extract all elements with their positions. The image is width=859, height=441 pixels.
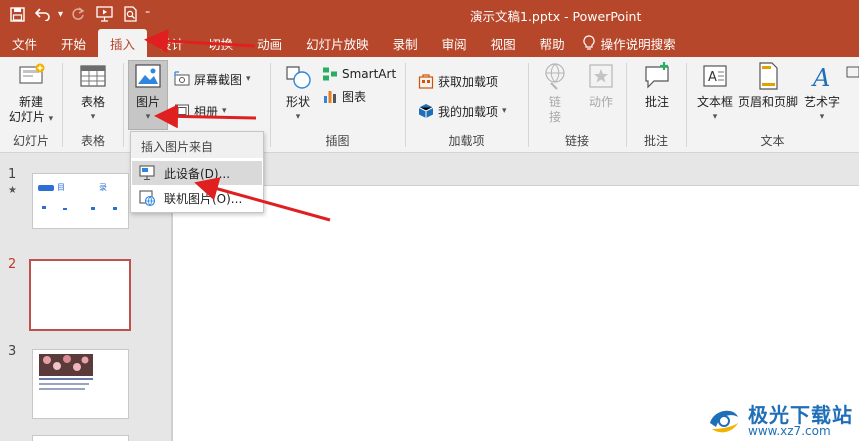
group-label-slides: 幻灯片 <box>12 134 49 148</box>
tab-file[interactable]: 文件 <box>0 29 49 57</box>
group-label-text: 文本 <box>760 134 785 148</box>
tab-slideshow[interactable]: 幻灯片放映 <box>294 29 381 57</box>
print-preview-icon[interactable] <box>119 3 141 25</box>
undo-icon[interactable] <box>32 3 54 25</box>
table-button[interactable]: 表格 ▾ <box>77 61 109 125</box>
ribbon-tabs: 文件 开始 插入 设计 切换 动画 幻灯片放映 录制 审阅 视图 帮助 操作说明… <box>0 28 859 57</box>
group-label-comments: 批注 <box>643 134 668 148</box>
online-pictures-label: 联机图片(O)... <box>164 191 243 206</box>
present-from-start-icon[interactable] <box>93 3 115 25</box>
insert-picture-menu: 插入图片来自 此设备(D)... 联机图片(O)... <box>130 131 264 213</box>
group-label-addins: 加载项 <box>448 134 485 148</box>
slide-1-preview <box>38 185 117 210</box>
slide-number: 2 <box>8 257 17 272</box>
slide-thumbnail-2[interactable] <box>29 259 131 331</box>
new-slide-line1: 新建 <box>18 95 43 109</box>
group-tables: 表格 ▾ 表格 <box>63 57 123 153</box>
lightbulb-icon <box>583 35 595 50</box>
tab-home[interactable]: 开始 <box>49 29 98 57</box>
tab-review[interactable]: 审阅 <box>430 29 479 57</box>
group-text: 文本 <box>686 57 859 153</box>
ribbon-insert: 新建 幻灯片 ▾ 幻灯片 表格 ▾ 表格 图片 ▾ 屏幕截图 ▾ 相册 ▾ 形状… <box>0 57 859 153</box>
tab-help[interactable]: 帮助 <box>528 29 577 57</box>
tab-record[interactable]: 录制 <box>381 29 430 57</box>
menu-item-online-pictures[interactable]: 联机图片(O)... <box>132 186 262 210</box>
tab-insert[interactable]: 插入 <box>98 29 148 57</box>
divider <box>123 63 124 147</box>
menu-heading: 插入图片来自 <box>131 132 263 158</box>
pictures-dropdown-icon: ▾ <box>145 112 151 122</box>
watermark-logo-icon <box>710 410 738 433</box>
slide-thumbnail-1[interactable]: 目 录 <box>32 173 129 229</box>
group-illustrations: 插图 <box>270 57 405 153</box>
group-label-tables: 表格 <box>80 134 105 148</box>
pictures-label: 图片 <box>135 95 160 109</box>
new-slide-line2: 幻灯片 ▾ <box>8 110 54 124</box>
animation-star-icon: ★ <box>8 185 17 196</box>
group-addins: 加载项 <box>405 57 528 153</box>
photo-album-icon <box>175 104 189 118</box>
screenshot-icon <box>174 71 190 86</box>
table-icon <box>80 65 106 87</box>
save-icon[interactable] <box>6 3 28 25</box>
table-dropdown-icon: ▾ <box>90 112 96 122</box>
this-device-label: 此设备(D)... <box>164 166 231 181</box>
quick-access-toolbar: ▾ ⁼ <box>6 3 150 25</box>
tell-me-search[interactable]: 操作说明搜索 <box>577 29 688 57</box>
slide-number: 1 <box>8 167 17 182</box>
new-slide-icon <box>19 63 45 84</box>
watermark-url: www.xz7.com <box>748 424 831 438</box>
document-title: 演示文稿1.pptx - PowerPoint <box>470 9 642 24</box>
slide-1-text-a: 目 <box>57 183 65 192</box>
tab-view[interactable]: 视图 <box>479 29 528 57</box>
watermark-title: 极光下载站 <box>748 403 853 427</box>
group-links: 链接 <box>528 57 626 153</box>
group-comments: 批注 <box>626 57 686 153</box>
undo-dropdown-icon[interactable]: ▾ <box>58 9 63 20</box>
screenshot-button[interactable]: 屏幕截图 ▾ <box>174 69 251 89</box>
slide-number: 3 <box>8 344 17 359</box>
photo-album-label: 相册 <box>194 104 219 119</box>
group-slides: 新建 幻灯片 ▾ 幻灯片 <box>0 57 62 153</box>
menu-item-this-device[interactable]: 此设备(D)... <box>132 161 262 185</box>
album-dropdown-icon: ▾ <box>222 106 227 116</box>
redo-icon[interactable] <box>67 3 89 25</box>
tab-design[interactable]: 设计 <box>147 29 196 57</box>
picture-icon <box>135 64 161 88</box>
table-label: 表格 <box>80 95 105 109</box>
tab-transitions[interactable]: 切换 <box>196 29 245 57</box>
new-slide-button[interactable]: 新建 幻灯片 ▾ <box>4 61 58 127</box>
computer-icon <box>139 165 155 181</box>
group-label-links: 链接 <box>564 134 589 148</box>
photo-album-button[interactable]: 相册 ▾ <box>174 101 227 121</box>
watermark: 极光下载站 www.xz7.com <box>706 405 853 437</box>
pictures-button[interactable]: 图片 ▾ <box>130 61 166 125</box>
tab-animations[interactable]: 动画 <box>245 29 294 57</box>
online-pictures-icon <box>139 190 156 207</box>
title-bar: ▾ ⁼ 演示文稿1.pptx - PowerPoint <box>0 0 859 28</box>
slide-1-text-b: 录 <box>99 183 107 192</box>
screenshot-label: 屏幕截图 <box>194 72 243 87</box>
tell-me-label: 操作说明搜索 <box>600 36 676 52</box>
slide-3-preview <box>39 354 93 390</box>
slide-thumbnail-4[interactable] <box>32 435 129 441</box>
customize-icon[interactable]: ⁼ <box>145 9 150 20</box>
screenshot-dropdown-icon: ▾ <box>246 74 251 84</box>
group-label-illustrations: 插图 <box>325 134 350 148</box>
slide-thumbnail-3[interactable] <box>32 349 129 419</box>
